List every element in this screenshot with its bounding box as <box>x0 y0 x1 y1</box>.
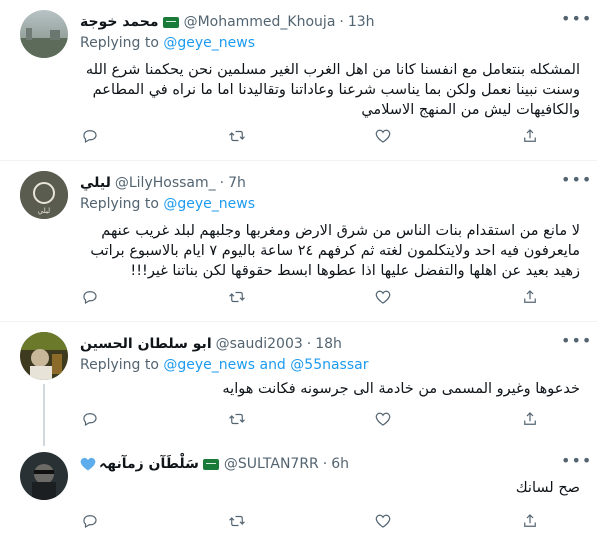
mention-link[interactable]: @geye_news <box>163 196 255 212</box>
like-icon <box>376 129 391 143</box>
timestamp[interactable]: 6h <box>331 456 349 472</box>
avatar[interactable] <box>20 332 68 380</box>
avatar-image <box>20 332 68 380</box>
separator: · <box>339 14 344 30</box>
share-button[interactable] <box>520 126 540 146</box>
mention-link[interactable]: @geye_news <box>163 357 255 373</box>
avatar[interactable] <box>20 10 68 58</box>
like-icon <box>376 290 391 304</box>
retweet-icon <box>228 515 245 527</box>
retweet-icon <box>228 291 245 303</box>
reply-button[interactable] <box>80 511 100 531</box>
avatar-image <box>20 452 68 500</box>
avatar-text: ليلي <box>38 207 50 215</box>
author-name[interactable]: ليلي <box>80 175 111 191</box>
tweet-actions <box>80 126 540 146</box>
share-button[interactable] <box>520 409 540 429</box>
replying-and[interactable]: and <box>259 357 285 373</box>
author-handle[interactable]: @LilyHossam_ <box>115 175 216 191</box>
heart-emoji-icon <box>80 457 96 471</box>
reply-icon <box>83 291 97 305</box>
like-icon <box>376 412 391 426</box>
share-icon <box>524 412 536 425</box>
tweet-2[interactable]: ليلي ليلي @LilyHossam_ · 7h ••• Replying… <box>0 161 597 322</box>
share-icon <box>524 514 536 527</box>
avatar-image <box>20 10 68 58</box>
retweet-button[interactable] <box>227 511 247 531</box>
share-button[interactable] <box>520 287 540 307</box>
tweet-text: صح لسانك <box>515 480 580 496</box>
author-handle[interactable]: @SULTAN7RR <box>224 456 319 472</box>
share-icon <box>524 129 536 142</box>
saudi-flag-icon <box>202 458 219 470</box>
share-icon <box>524 290 536 303</box>
tweet-1[interactable]: محمد خوجة @Mohammed_Khouja · 13h ••• Rep… <box>0 0 597 161</box>
saudi-flag-icon <box>162 16 179 28</box>
retweet-button[interactable] <box>227 409 247 429</box>
more-icon[interactable]: ••• <box>561 172 591 193</box>
tweet-actions <box>80 287 540 307</box>
retweet-button[interactable] <box>227 126 247 146</box>
retweet-icon <box>228 130 245 142</box>
avatar[interactable]: ليلي <box>20 171 68 219</box>
replying-to: Replying to @geye_news and @55nassar <box>80 357 368 373</box>
reply-button[interactable] <box>80 126 100 146</box>
avatar[interactable] <box>20 452 68 500</box>
reply-button[interactable] <box>80 409 100 429</box>
tweet-3[interactable]: ابو سلطان الحسين @saudi2003 · 18h ••• Re… <box>0 322 597 446</box>
tweet-actions <box>80 409 540 429</box>
author-name[interactable]: ابو سلطان الحسين <box>80 336 212 352</box>
replying-prefix: Replying to <box>80 196 159 212</box>
retweet-icon <box>228 413 245 425</box>
timestamp[interactable]: 18h <box>315 336 342 352</box>
timestamp[interactable]: 13h <box>348 14 375 30</box>
like-button[interactable] <box>373 287 393 307</box>
replying-prefix: Replying to <box>80 35 159 51</box>
like-button[interactable] <box>373 409 393 429</box>
like-icon <box>376 514 391 528</box>
thread-line <box>43 384 45 446</box>
mention-link[interactable]: @geye_news <box>163 35 255 51</box>
reply-icon <box>83 130 97 144</box>
more-icon[interactable]: ••• <box>561 11 591 32</box>
avatar-image: ليلي <box>20 171 68 219</box>
author-handle[interactable]: @saudi2003 <box>216 336 303 352</box>
share-button[interactable] <box>520 511 540 531</box>
replying-prefix: Replying to <box>80 357 159 373</box>
replying-to: Replying to @geye_news <box>80 196 255 212</box>
author-handle[interactable]: @Mohammed_Khouja <box>184 14 336 30</box>
separator: · <box>219 175 225 191</box>
timestamp[interactable]: 7h <box>228 175 246 191</box>
author-name[interactable]: محمد خوجة <box>80 14 159 30</box>
replying-to: Replying to @geye_news <box>80 35 255 51</box>
separator: · <box>306 336 312 352</box>
reply-icon <box>83 515 97 529</box>
tweet-text: المشكله بنتعامل مع انفسنا كانا من اهل ال… <box>85 62 580 118</box>
tweet-actions <box>80 511 540 531</box>
separator: · <box>322 456 328 472</box>
author-name[interactable]: سَلْطَآن زمآنهہ <box>99 456 199 472</box>
more-icon[interactable]: ••• <box>561 333 591 354</box>
mention-link-2[interactable]: @55nassar <box>290 357 368 373</box>
tweet-text: خدعوها وغيرو المسمى من خادمة الى جرسونه … <box>222 381 580 397</box>
like-button[interactable] <box>373 126 393 146</box>
tweet-text: لا مانع من استقدام بنات الناس من شرق الا… <box>90 223 580 279</box>
like-button[interactable] <box>373 511 393 531</box>
reply-button[interactable] <box>80 287 100 307</box>
retweet-button[interactable] <box>227 287 247 307</box>
tweet-4[interactable]: سَلْطَآن زمآنهہ @SULTAN7RR · 6h ••• صح ل… <box>0 444 597 546</box>
more-icon[interactable]: ••• <box>561 453 591 474</box>
reply-icon <box>83 413 97 427</box>
